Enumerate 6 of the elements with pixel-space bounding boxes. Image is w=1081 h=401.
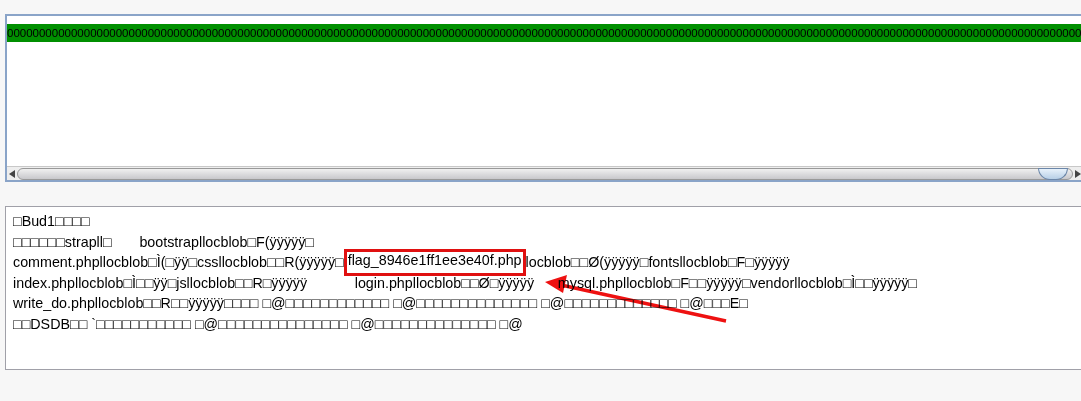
dump-text: □□DSDB□□ `□□□□□□□□□□□ □@□□□□□□□□□□□□□□□ □@□□□□□□□□□□□□□□ □@ [13,314,523,334]
dump-text: locblob□□Ø(ÿÿÿÿÿ□fontsllocblob□F□ÿÿÿÿÿ [525,253,790,272]
dump-text: comment.phpllocblob□Ì(□ÿÿ□cssllocblob□□R(ÿÿÿÿÿ□ [13,253,344,272]
dump-text: □□□□□□strapll□ bootstrapllocblob□F(ÿÿÿÿÿ□ [13,232,314,252]
dump-text: □Bud1□□□□ [13,212,90,231]
highlighted-filename: flag_8946e1ff1ee3e40f.php [343,249,526,276]
